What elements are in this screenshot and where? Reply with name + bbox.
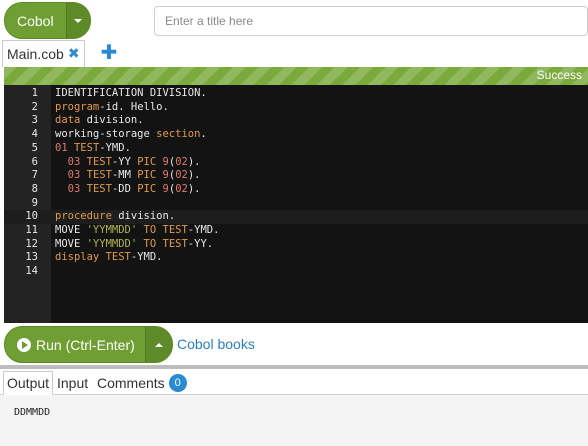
title-input[interactable] [154, 6, 588, 36]
line-number: 11 [25, 224, 38, 236]
code-line: 12 MOVE 'YYMMDD' TO TEST-YY. [4, 238, 588, 252]
status-text: Success [536, 68, 582, 82]
code-line: 4 working-storage section. [4, 128, 588, 142]
language-label[interactable]: Cobol [5, 3, 66, 38]
code-line: 13 display TEST-YMD. [4, 251, 588, 265]
run-options-toggle[interactable] [145, 327, 172, 362]
plus-icon[interactable]: ✚ [100, 40, 118, 64]
code-editor[interactable]: 1 IDENTIFICATION DIVISION. 2 program-id. H… [4, 85, 588, 323]
line-number: 6 [31, 155, 38, 168]
line-number: 7 [31, 169, 38, 182]
line-number: 12 [25, 237, 38, 250]
code-line: 6 03 TEST-YY PIC 9(02). [4, 156, 588, 170]
run-button[interactable]: Run (Ctrl-Enter) [4, 326, 173, 363]
tab-comments[interactable]: Comments 0 [97, 371, 187, 395]
top-toolbar: Cobol [0, 0, 588, 40]
code-line: 3 data division. [4, 114, 588, 128]
caret-up-icon [155, 342, 164, 347]
books-link[interactable]: Cobol books [177, 336, 255, 352]
code-line: 9 [4, 197, 588, 211]
tab-output[interactable]: Output [3, 371, 54, 395]
output-panel: DDMMDD [0, 395, 588, 446]
code-line: 2 program-id. Hello. [4, 101, 588, 115]
output-text: DDMMDD [14, 407, 51, 418]
tab-file-name[interactable]: Main.cob [7, 46, 64, 62]
comments-count-badge: 0 [168, 374, 187, 392]
line-number: 10 [25, 210, 38, 223]
caret-down-icon [74, 18, 83, 23]
run-button-main[interactable]: Run (Ctrl-Enter) [5, 327, 145, 362]
tab-input[interactable]: Input [57, 371, 88, 395]
language-dropdown-toggle[interactable] [65, 3, 90, 38]
line-number: 8 [31, 182, 38, 195]
tab-comments-label[interactable]: Comments [97, 375, 165, 391]
file-tabs: Main.cob ✖ ✚ [0, 40, 588, 67]
play-circle-icon [17, 337, 31, 352]
code-line: 11 MOVE 'YYMMDD' TO TEST-YMD. [4, 224, 588, 238]
line-number: 3 [31, 114, 38, 127]
output-tabs: Output Input Comments 0 [0, 369, 588, 395]
line-number: 2 [31, 100, 38, 113]
line-number: 4 [31, 128, 38, 141]
code-line: 7 03 TEST-MM PIC 9(02). [4, 169, 588, 183]
code-line: 14 [4, 265, 588, 279]
status-bar: Success [4, 67, 588, 85]
code-line-active: 10 procedure division. [4, 210, 588, 224]
run-bar: Run (Ctrl-Enter) Cobol books [0, 323, 588, 365]
line-number: 14 [25, 265, 38, 278]
line-number: 1 [31, 87, 38, 99]
tab-main-cob[interactable]: Main.cob ✖ [2, 40, 85, 67]
code-line: 8 03 TEST-DD PIC 9(02). [4, 183, 588, 197]
run-label[interactable]: Run (Ctrl-Enter) [36, 337, 135, 353]
close-icon[interactable]: ✖ [68, 46, 80, 62]
language-button[interactable]: Cobol [4, 2, 91, 39]
line-number: 5 [31, 141, 38, 154]
line-number: 9 [31, 196, 38, 209]
code-line: 1 IDENTIFICATION DIVISION. [4, 87, 588, 101]
line-number: 13 [25, 251, 38, 264]
code-line: 5 01 TEST-YMD. [4, 142, 588, 156]
